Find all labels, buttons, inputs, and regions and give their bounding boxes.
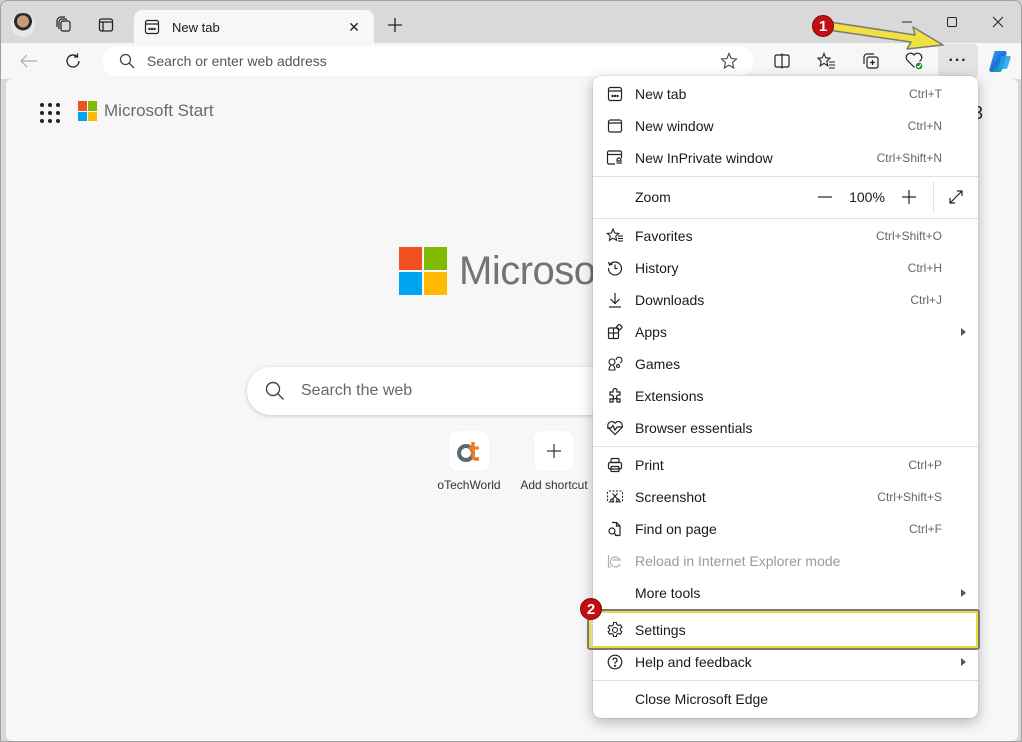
shortcut-otechworld[interactable]: oTechWorld xyxy=(429,431,509,492)
zoom-controls: 100% xyxy=(811,177,970,217)
refresh-button[interactable] xyxy=(59,48,87,74)
submenu-arrow-icon xyxy=(961,589,966,597)
menu-item-apps[interactable]: Apps xyxy=(593,316,978,348)
menu-item-favorites[interactable]: Favorites Ctrl+Shift+O xyxy=(593,220,978,252)
menu-item-close-edge[interactable]: Close Microsoft Edge xyxy=(593,683,978,715)
microsoft-logo: Microsoft xyxy=(399,247,617,295)
new-tab-icon xyxy=(605,84,625,104)
menu-item-help-and-feedback[interactable]: Help and feedback xyxy=(593,646,978,678)
heart-pulse-icon xyxy=(605,418,625,438)
add-shortcut-button[interactable]: Add shortcut xyxy=(514,431,594,492)
inprivate-icon xyxy=(605,148,625,168)
extensions-icon xyxy=(605,386,625,406)
annotation-arrow xyxy=(820,20,944,50)
menu-item-new-tab[interactable]: New tab Ctrl+T xyxy=(593,78,978,110)
shortcut-label: oTechWorld xyxy=(437,478,501,492)
microsoft-logo-icon xyxy=(78,101,98,121)
menu-item-games[interactable]: Games xyxy=(593,348,978,380)
shortcut-label: Add shortcut xyxy=(520,478,588,492)
microsoft-start-brand[interactable]: Microsoft Start xyxy=(78,101,214,121)
menu-item-downloads[interactable]: Downloads Ctrl+J xyxy=(593,284,978,316)
history-icon xyxy=(605,258,625,278)
tab-new-tab[interactable]: New tab ✕ xyxy=(134,10,374,44)
back-button[interactable] xyxy=(15,48,43,74)
plus-icon xyxy=(534,431,574,471)
menu-item-browser-essentials[interactable]: Browser essentials xyxy=(593,412,978,444)
address-bar[interactable] xyxy=(102,46,754,76)
settings-highlight-box xyxy=(587,609,980,650)
menu-item-new-window[interactable]: New window Ctrl+N xyxy=(593,110,978,142)
fullscreen-button[interactable] xyxy=(942,183,970,211)
menu-item-reload-ie-mode: Reload in Internet Explorer mode xyxy=(593,545,978,577)
otechworld-logo xyxy=(449,431,489,471)
search-icon xyxy=(119,53,135,69)
menu-item-screenshot[interactable]: Screenshot Ctrl+Shift+S xyxy=(593,481,978,513)
apps-icon xyxy=(605,322,625,342)
screenshot-icon xyxy=(605,487,625,507)
apps-grid-icon[interactable] xyxy=(40,103,60,123)
menu-separator xyxy=(593,446,978,447)
menu-item-extensions[interactable]: Extensions xyxy=(593,380,978,412)
zoom-out-button[interactable] xyxy=(811,183,839,211)
games-icon xyxy=(605,354,625,374)
menu-item-history[interactable]: History Ctrl+H xyxy=(593,252,978,284)
find-icon xyxy=(605,519,625,539)
submenu-arrow-icon xyxy=(961,658,966,666)
menu-item-print[interactable]: Print Ctrl+P xyxy=(593,449,978,481)
workspaces-icon[interactable] xyxy=(52,13,76,37)
close-tab-icon[interactable]: ✕ xyxy=(344,17,364,37)
step-1-badge: 1 xyxy=(812,15,834,37)
microsoft-logo-icon xyxy=(399,247,447,295)
menu-separator xyxy=(593,218,978,219)
profile-avatar[interactable] xyxy=(11,13,35,37)
vertical-tabs-icon[interactable] xyxy=(94,13,118,37)
ie-icon xyxy=(605,551,625,571)
favorite-star-icon[interactable] xyxy=(720,52,738,70)
address-input[interactable] xyxy=(147,53,720,69)
new-tab-button[interactable] xyxy=(383,13,407,37)
help-icon xyxy=(605,652,625,672)
browser-window: New tab ✕ Search or enter web address ··… xyxy=(0,0,1022,742)
new-tab-page-icon xyxy=(144,19,160,35)
download-icon xyxy=(605,290,625,310)
search-icon xyxy=(265,381,285,401)
zoom-in-button[interactable] xyxy=(895,183,923,211)
step-2-badge: 2 xyxy=(580,598,602,620)
menu-separator xyxy=(593,680,978,681)
zoom-level: 100% xyxy=(849,189,885,205)
submenu-arrow-icon xyxy=(961,328,966,336)
copilot-icon[interactable] xyxy=(987,48,1013,74)
menu-item-find-on-page[interactable]: Find on page Ctrl+F xyxy=(593,513,978,545)
tab-title: New tab xyxy=(172,19,220,35)
print-icon xyxy=(605,455,625,475)
new-window-icon xyxy=(605,116,625,136)
zoom-divider xyxy=(933,182,934,212)
favorites-icon xyxy=(605,226,625,246)
close-window-button[interactable] xyxy=(980,9,1016,35)
menu-item-more-tools[interactable]: More tools xyxy=(593,577,978,609)
brand-text: Microsoft Start xyxy=(104,101,214,120)
menu-item-zoom: Zoom 100% xyxy=(593,177,978,217)
more-icon: ··· xyxy=(948,52,968,69)
web-search-input[interactable] xyxy=(301,382,508,400)
split-screen-icon[interactable] xyxy=(768,48,796,74)
menu-item-new-inprivate-window[interactable]: New InPrivate window Ctrl+Shift+N xyxy=(593,142,978,174)
